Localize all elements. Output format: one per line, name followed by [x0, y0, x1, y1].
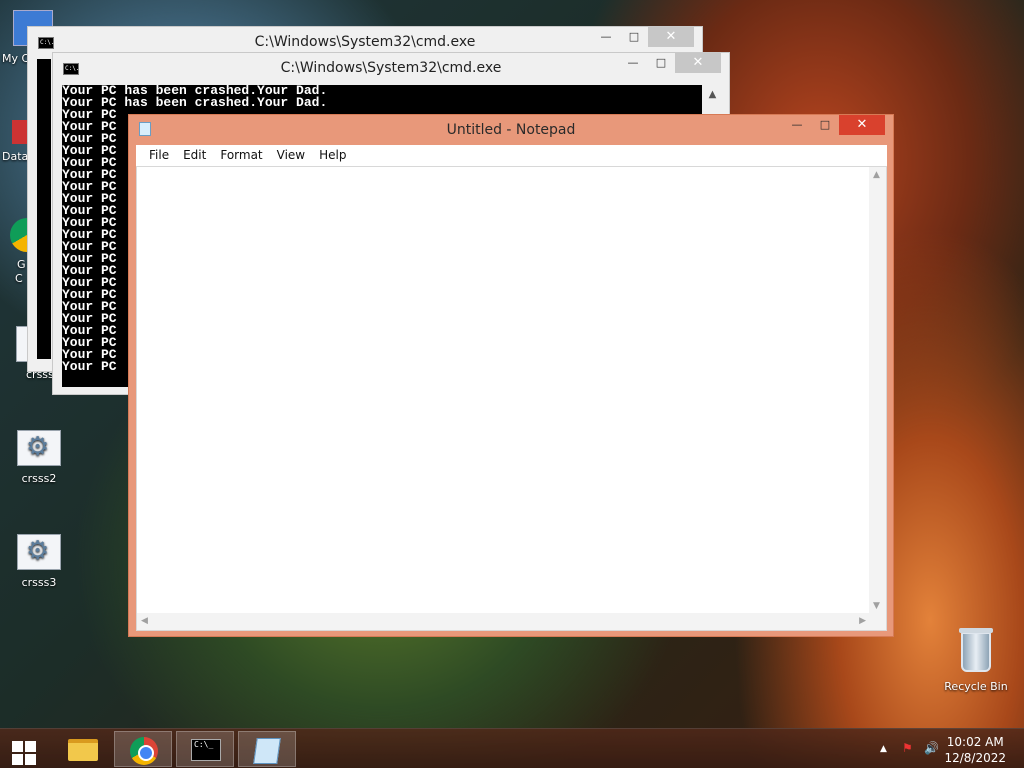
console-output — [37, 59, 51, 359]
window-title: Untitled - Notepad — [446, 122, 576, 138]
recycle-bin-icon — [959, 628, 993, 672]
taskbar-cmd[interactable]: C:\_ — [176, 731, 234, 767]
windows-logo-icon — [12, 741, 23, 752]
console-line: Your PC has been crashed.Your Dad. — [62, 95, 328, 110]
clock[interactable]: 10:02 AM 12/8/2022 — [944, 734, 1006, 766]
scroll-up-icon[interactable]: ▲ — [873, 170, 880, 180]
scroll-up-icon[interactable]: ▲ — [704, 89, 721, 100]
taskbar: C:\_ ▲ ⚑ 🔊 10:02 AM 12/8/2022 — [0, 728, 1024, 768]
chrome-icon — [130, 737, 158, 765]
vertical-scrollbar[interactable]: ▲ ▼ — [869, 167, 886, 614]
notepad-window[interactable]: Untitled - Notepad — □ ✕ File Edit Forma… — [128, 114, 894, 637]
desktop-icon-recycle-bin[interactable]: Recycle Bin — [940, 628, 1012, 693]
close-button[interactable]: ✕ — [675, 53, 721, 73]
scroll-down-icon[interactable]: ▼ — [873, 601, 880, 611]
volume-icon[interactable]: 🔊 — [924, 741, 939, 755]
folder-icon — [68, 739, 98, 761]
menu-edit[interactable]: Edit — [176, 145, 213, 166]
desktop-icon-label: crsss3 — [21, 576, 57, 589]
desktop-icon-label: crsss2 — [21, 472, 57, 485]
action-center-flag-icon[interactable]: ⚑ — [902, 741, 913, 755]
title-bar[interactable]: C:\. C:\Windows\System32\cmd.exe — □ ✕ — [53, 53, 729, 83]
maximize-button[interactable]: □ — [647, 53, 675, 73]
scroll-left-icon[interactable]: ◀ — [141, 616, 148, 626]
taskbar-file-explorer[interactable] — [52, 731, 110, 767]
minimize-button[interactable]: — — [592, 27, 620, 47]
settings-file-icon — [17, 430, 61, 466]
maximize-button[interactable]: □ — [811, 115, 839, 135]
desktop-icon-crsss2[interactable]: crsss2 — [4, 430, 74, 485]
horizontal-scrollbar[interactable]: ◀ ▶ — [137, 613, 870, 630]
minimize-button[interactable]: — — [783, 115, 811, 135]
clock-date: 12/8/2022 — [944, 751, 1006, 765]
menu-bar: File Edit Format View Help — [136, 145, 887, 166]
text-editor[interactable]: ▲ ▼ ◀ ▶ — [136, 166, 887, 631]
desktop-icon-label: Recycle Bin — [944, 680, 1008, 693]
desktop-icon-crsss3[interactable]: crsss3 — [4, 534, 74, 589]
system-tray: ▲ ⚑ 🔊 10:02 AM 12/8/2022 — [864, 729, 1024, 768]
close-button[interactable]: ✕ — [648, 27, 694, 47]
menu-help[interactable]: Help — [312, 145, 353, 166]
minimize-button[interactable]: — — [619, 53, 647, 73]
settings-file-icon — [17, 534, 61, 570]
start-button[interactable] — [4, 733, 48, 765]
taskbar-notepad[interactable] — [238, 731, 296, 767]
show-hidden-icons-icon[interactable]: ▲ — [880, 744, 887, 754]
notepad-icon — [253, 738, 281, 764]
clock-time: 10:02 AM — [946, 735, 1004, 749]
title-bar[interactable]: Untitled - Notepad — □ ✕ — [129, 115, 893, 145]
taskbar-chrome[interactable] — [114, 731, 172, 767]
scroll-right-icon[interactable]: ▶ — [859, 616, 866, 626]
maximize-button[interactable]: □ — [620, 27, 648, 47]
menu-file[interactable]: File — [142, 145, 176, 166]
cmd-icon: C:\_ — [191, 739, 221, 761]
close-button[interactable]: ✕ — [839, 115, 885, 135]
scroll-corner — [869, 613, 886, 630]
menu-view[interactable]: View — [270, 145, 312, 166]
menu-format[interactable]: Format — [213, 145, 269, 166]
